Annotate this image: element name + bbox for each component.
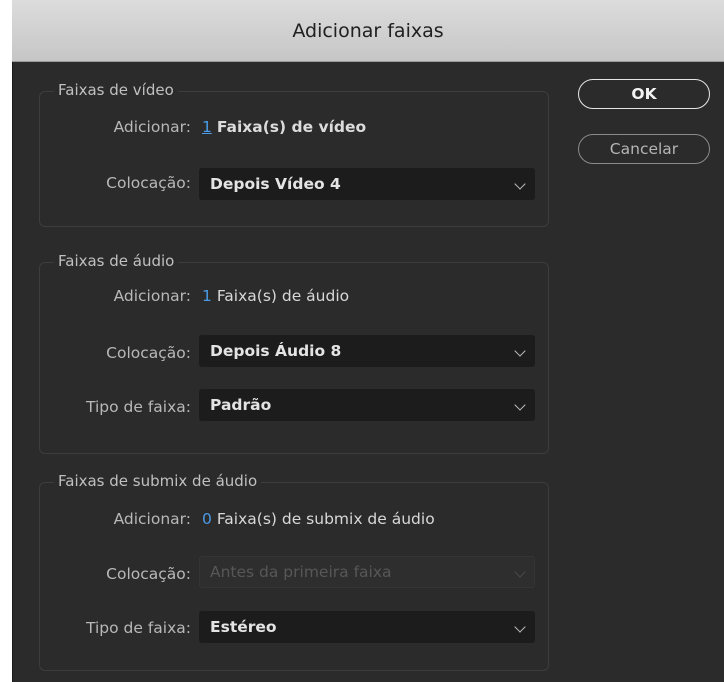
audio-placement-value: Depois Áudio 8 [210,342,342,360]
chevron-down-icon [514,566,526,578]
cancel-button[interactable]: Cancelar [578,134,710,164]
video-add-label: Adicionar: [113,118,191,136]
submix-placement-label: Colocação: [106,565,191,583]
chevron-down-icon [514,399,526,411]
submix-add-label: Adicionar: [113,510,191,528]
left-edge [0,0,12,682]
audio-placement-label: Colocação: [106,344,191,362]
audio-placement-select[interactable]: Depois Áudio 8 [199,335,535,367]
audio-add-suffix: Faixa(s) de áudio [216,287,350,305]
video-placement-select[interactable]: Depois Vídeo 4 [199,168,535,200]
submix-type-value: Estéreo [210,618,277,636]
video-tracks-group: Faixas de vídeo [39,81,549,227]
chevron-down-icon [514,345,526,357]
submix-add-suffix: Faixa(s) de submix de áudio [216,510,435,528]
video-add-count[interactable]: 1 [202,118,212,136]
submix-placement-select: Antes da primeira faixa [199,556,535,588]
video-tracks-title: Faixas de vídeo [54,81,178,99]
video-add-suffix: Faixa(s) de vídeo [216,118,367,136]
ok-button[interactable]: OK [578,79,710,109]
window-title: Adicionar faixas [12,0,724,62]
add-tracks-dialog: Faixas de vídeo Adicionar: 1 Faixa(s) de… [12,62,724,682]
chevron-down-icon [514,178,526,190]
audio-type-label: Tipo de faixa: [85,398,191,416]
submix-type-label: Tipo de faixa: [85,619,191,637]
video-placement-value: Depois Vídeo 4 [210,175,341,193]
chevron-down-icon [514,621,526,633]
submix-add-value: 0 Faixa(s) de submix de áudio [202,510,435,528]
audio-tracks-title: Faixas de áudio [54,252,179,270]
submix-tracks-title: Faixas de submix de áudio [54,472,262,490]
submix-add-count[interactable]: 0 [202,510,212,528]
audio-add-label: Adicionar: [113,287,191,305]
audio-add-count[interactable]: 1 [202,287,212,305]
audio-type-select[interactable]: Padrão [199,389,535,421]
audio-type-value: Padrão [210,396,272,414]
video-placement-label: Colocação: [106,174,191,192]
submix-placement-value: Antes da primeira faixa [210,563,392,581]
audio-add-value: 1 Faixa(s) de áudio [202,287,349,305]
video-add-value: 1 Faixa(s) de vídeo [202,118,366,136]
submix-type-select[interactable]: Estéreo [199,611,535,643]
